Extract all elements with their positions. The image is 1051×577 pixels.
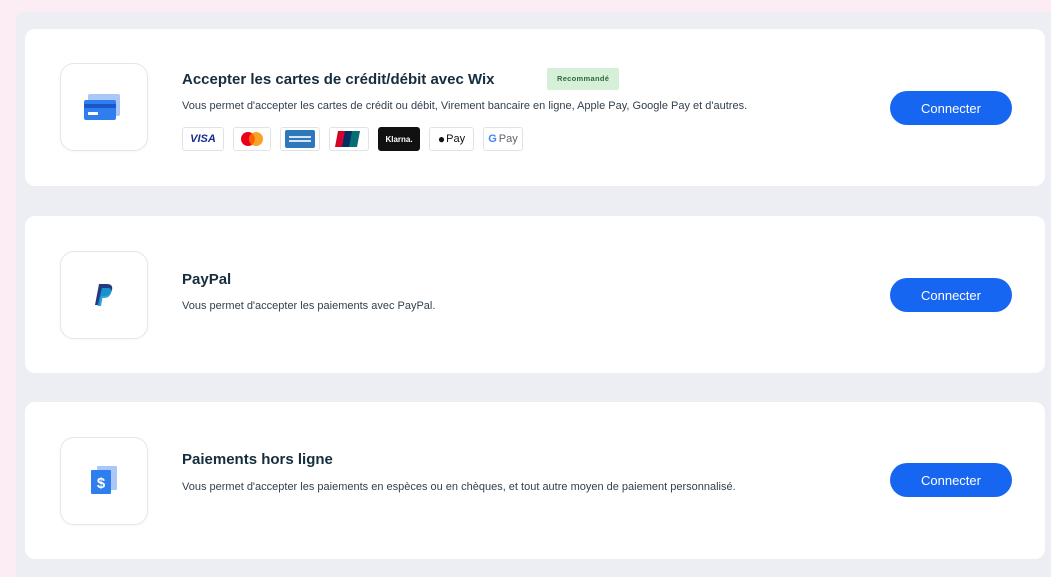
credit-card-icon bbox=[84, 94, 120, 120]
klarna-icon: Klarna. bbox=[378, 127, 420, 151]
connect-button-offline[interactable]: Connecter bbox=[890, 463, 1012, 497]
connect-button-paypal[interactable]: Connecter bbox=[890, 278, 1012, 312]
recommended-badge: Recommandé bbox=[547, 68, 620, 90]
provider-icon-box bbox=[60, 251, 148, 339]
provider-description: Vous permet d'accepter les paiements ave… bbox=[182, 300, 436, 312]
dollar-bill-icon: $ bbox=[91, 466, 117, 494]
provider-description: Vous permet d'accepter les cartes de cré… bbox=[182, 100, 748, 112]
google-pay-icon: G Pay bbox=[483, 127, 523, 151]
apple-pay-icon: ● Pay bbox=[429, 127, 474, 151]
unionpay-icon bbox=[329, 127, 369, 151]
mastercard-icon bbox=[233, 127, 271, 151]
svg-text:$: $ bbox=[97, 475, 106, 492]
visa-icon: VISA bbox=[182, 127, 224, 151]
provider-icon-box bbox=[60, 63, 148, 151]
connect-button-wix-payments[interactable]: Connecter bbox=[890, 91, 1012, 125]
amex-icon bbox=[280, 127, 320, 151]
provider-title: Paiements hors ligne bbox=[182, 451, 333, 468]
provider-icon-box: $ bbox=[60, 437, 148, 525]
provider-card-offline: $ Paiements hors ligne Vous permet d'acc… bbox=[25, 402, 1045, 559]
provider-description: Vous permet d'accepter les paiements en … bbox=[182, 481, 736, 493]
provider-title: PayPal bbox=[182, 271, 232, 288]
payment-methods-list: VISA Klarna. ● Pay G Pay bbox=[182, 127, 523, 151]
provider-card-paypal: PayPal Vous permet d'accepter les paieme… bbox=[25, 216, 1045, 373]
provider-title: Accepter les cartes de crédit/débit avec… bbox=[182, 71, 495, 88]
provider-card-wix-payments: Accepter les cartes de crédit/débit avec… bbox=[25, 29, 1045, 186]
paypal-icon bbox=[95, 284, 113, 306]
